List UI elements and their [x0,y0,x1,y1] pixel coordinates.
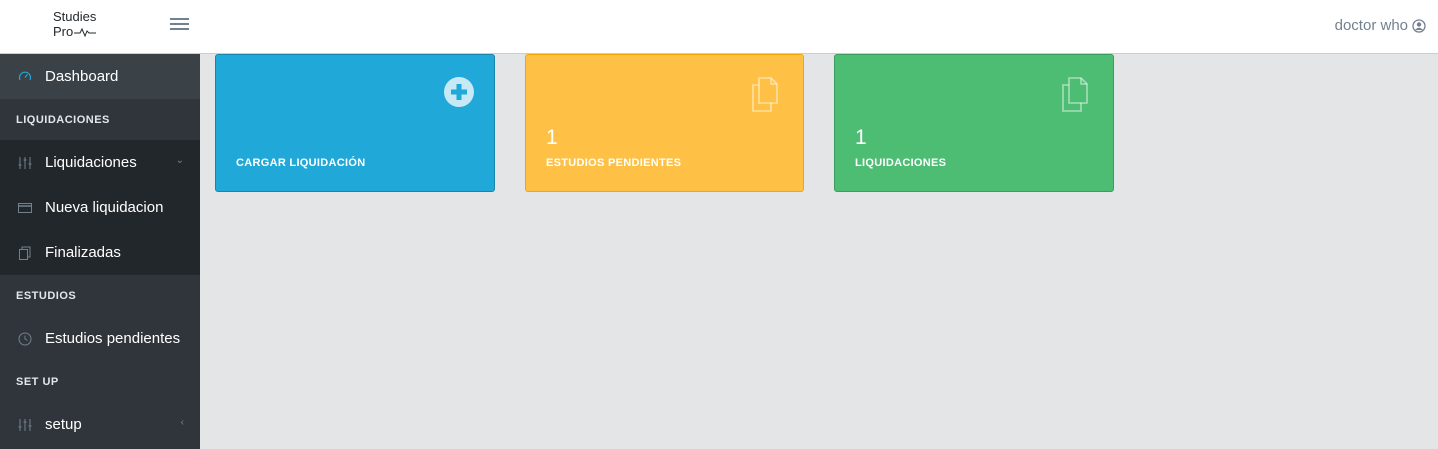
card-value: 1 [546,126,558,149]
card-value: 1 [855,126,867,149]
brand-line1: Studies [53,9,97,24]
hamburger-icon [170,18,189,20]
brand-logo[interactable]: Studies Pro [53,9,113,39]
sidebar-item-label: Liquidaciones [45,154,137,171]
sidebar-toggle-button[interactable] [166,14,194,38]
card-label: CARGAR LIQUIDACIÓN [236,157,366,169]
heartbeat-icon [74,27,97,37]
documents-icon [747,77,783,118]
submenu-liquidaciones: Liquidaciones ⌄ Nueva liquidacion Finali… [0,140,200,275]
sidebar-item-dashboard[interactable]: Dashboard [0,54,200,99]
credit-card-icon [17,200,33,216]
sidebar: Dashboard LIQUIDACIONES Liquidaciones ⌄ … [0,54,200,449]
sidebar-item-liquidaciones[interactable]: Liquidaciones ⌄ [0,140,200,185]
sidebar-item-setup[interactable]: setup ‹ [0,402,200,447]
chevron-down-icon: ⌄ [175,155,184,166]
chevron-left-icon: ‹ [180,417,184,428]
sidebar-item-label: setup [45,416,82,433]
clock-icon [17,331,33,347]
sidebar-item-label: Dashboard [45,68,119,85]
documents-icon [1057,77,1093,118]
user-circle-icon [1412,18,1426,33]
user-menu[interactable]: doctor who [1335,17,1426,34]
user-name: doctor who [1334,17,1408,34]
clipboard-icon [17,245,33,261]
sidebar-item-label: Nueva liquidacion [45,199,164,216]
card-liquidaciones[interactable]: 1 LIQUIDACIONES [834,54,1114,192]
card-estudios-pendientes[interactable]: 1 ESTUDIOS PENDIENTES [525,54,804,192]
sidebar-item-label: Estudios pendientes [45,330,181,347]
sidebar-item-nueva-liquidacion[interactable]: Nueva liquidacion [0,185,200,230]
top-navbar: Studies Pro doctor who [0,0,1438,54]
sidebar-section-liquidaciones: LIQUIDACIONES [16,113,110,126]
sidebar-item-label: Finalizadas [45,244,121,261]
card-label: ESTUDIOS PENDIENTES [546,157,682,169]
card-cargar-liquidacion[interactable]: CARGAR LIQUIDACIÓN [215,54,495,192]
sliders-icon [17,155,33,171]
sliders-icon [17,417,33,433]
plus-circle-icon [444,77,474,112]
brand-line2: Pro [53,24,74,39]
speedometer-icon [17,69,33,85]
sidebar-section-setup: SET UP [16,375,59,388]
card-label: LIQUIDACIONES [855,157,947,169]
sidebar-item-finalizadas[interactable]: Finalizadas [0,230,200,275]
sidebar-item-estudios-pendientes[interactable]: Estudios pendientes [0,316,200,361]
sidebar-section-estudios: ESTUDIOS [16,289,77,302]
